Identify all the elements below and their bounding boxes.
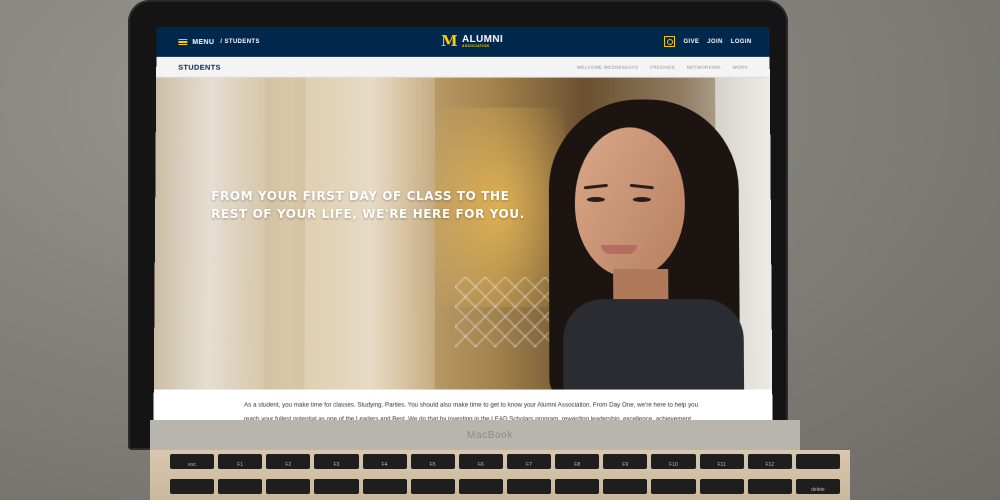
keyboard-key: F5 (410, 454, 455, 469)
hero-headline-line: REST OF YOUR LIFE, WE'RE HERE FOR YOU. (211, 207, 525, 222)
section-title: STUDENTS (178, 62, 221, 72)
hero-banner: FROM YOUR FIRST DAY OF CLASS TO THE REST… (153, 77, 773, 390)
subnav-link-welcome-wednesdays[interactable]: WELCOME WEDNESDAYS (577, 64, 638, 69)
logo-subtitle: ASSOCIATION (462, 43, 490, 48)
hero-student-photo (543, 99, 745, 390)
subnav-link-freshies[interactable]: FRESHIES (650, 64, 675, 69)
breadcrumb[interactable]: / STUDENTS (220, 39, 260, 45)
menu-label: MENU (192, 38, 215, 46)
keyboard-key (506, 479, 552, 494)
key-grid: esc F1 F2 F3 F4 F5 F6 F7 F8 F9 F10 F11 F12 delete (170, 454, 840, 500)
keyboard-key (218, 479, 263, 494)
keyboard-key: F6 (458, 454, 503, 469)
keyboard-key (651, 479, 696, 494)
keyboard-key: esc (170, 454, 215, 469)
login-link[interactable]: LOGIN (731, 39, 752, 45)
keyboard-key: F12 (747, 454, 792, 469)
keyboard-key (458, 479, 503, 494)
hero-headline-line: FROM YOUR FIRST DAY OF CLASS TO THE (211, 189, 510, 204)
keyboard-key (314, 479, 359, 494)
laptop-keyboard: esc F1 F2 F3 F4 F5 F6 F7 F8 F9 F10 F11 F12 delete (150, 450, 850, 500)
hero-headline: FROM YOUR FIRST DAY OF CLASS TO THE REST… (211, 187, 531, 223)
laptop-screen: MENU / STUDENTS M ALUMNI ASSOCIATION GIV… (153, 27, 773, 437)
hamburger-icon (178, 38, 188, 46)
keyboard-key: F3 (314, 454, 359, 469)
keyboard-key (699, 479, 744, 494)
keyboard-key: F9 (603, 454, 648, 469)
alumni-association-logo[interactable]: M ALUMNI ASSOCIATION (441, 32, 503, 50)
keyboard-key (170, 479, 215, 494)
menu-button[interactable]: MENU (178, 38, 215, 46)
keyboard-key: F7 (506, 454, 552, 469)
search-icon[interactable] (664, 36, 676, 47)
hero-background-column (153, 77, 266, 390)
keyboard-key: F2 (266, 454, 311, 469)
utility-nav: GIVE JOIN LOGIN (664, 36, 752, 47)
keyboard-key: F11 (699, 454, 744, 469)
keyboard-key (362, 479, 407, 494)
keyboard-key (555, 479, 600, 494)
keyboard-key (795, 454, 840, 469)
hero-background-column (304, 77, 436, 390)
section-subnav: STUDENTS WELCOME WEDNESDAYS FRESHIES NET… (156, 56, 770, 78)
keyboard-key: F1 (218, 454, 263, 469)
keyboard-key: F4 (362, 454, 407, 469)
subnav-link-networking[interactable]: NETWORKING (687, 64, 721, 69)
subnav-link-work[interactable]: WORK (733, 64, 748, 69)
keyboard-key: delete (795, 479, 840, 494)
intro-line: As a student, you make time for classes.… (244, 401, 699, 409)
block-m-logo-icon: M (441, 32, 459, 50)
laptop-brand-label: MacBook (467, 430, 513, 441)
keyboard-key (603, 479, 648, 494)
join-link[interactable]: JOIN (707, 39, 723, 45)
keyboard-key (747, 479, 792, 494)
keyboard-key (410, 479, 455, 494)
top-navigation-bar: MENU / STUDENTS M ALUMNI ASSOCIATION GIV… (156, 27, 770, 57)
keyboard-key: F8 (555, 454, 600, 469)
keyboard-key: F10 (651, 454, 696, 469)
give-link[interactable]: GIVE (683, 39, 699, 45)
keyboard-key (266, 479, 311, 494)
